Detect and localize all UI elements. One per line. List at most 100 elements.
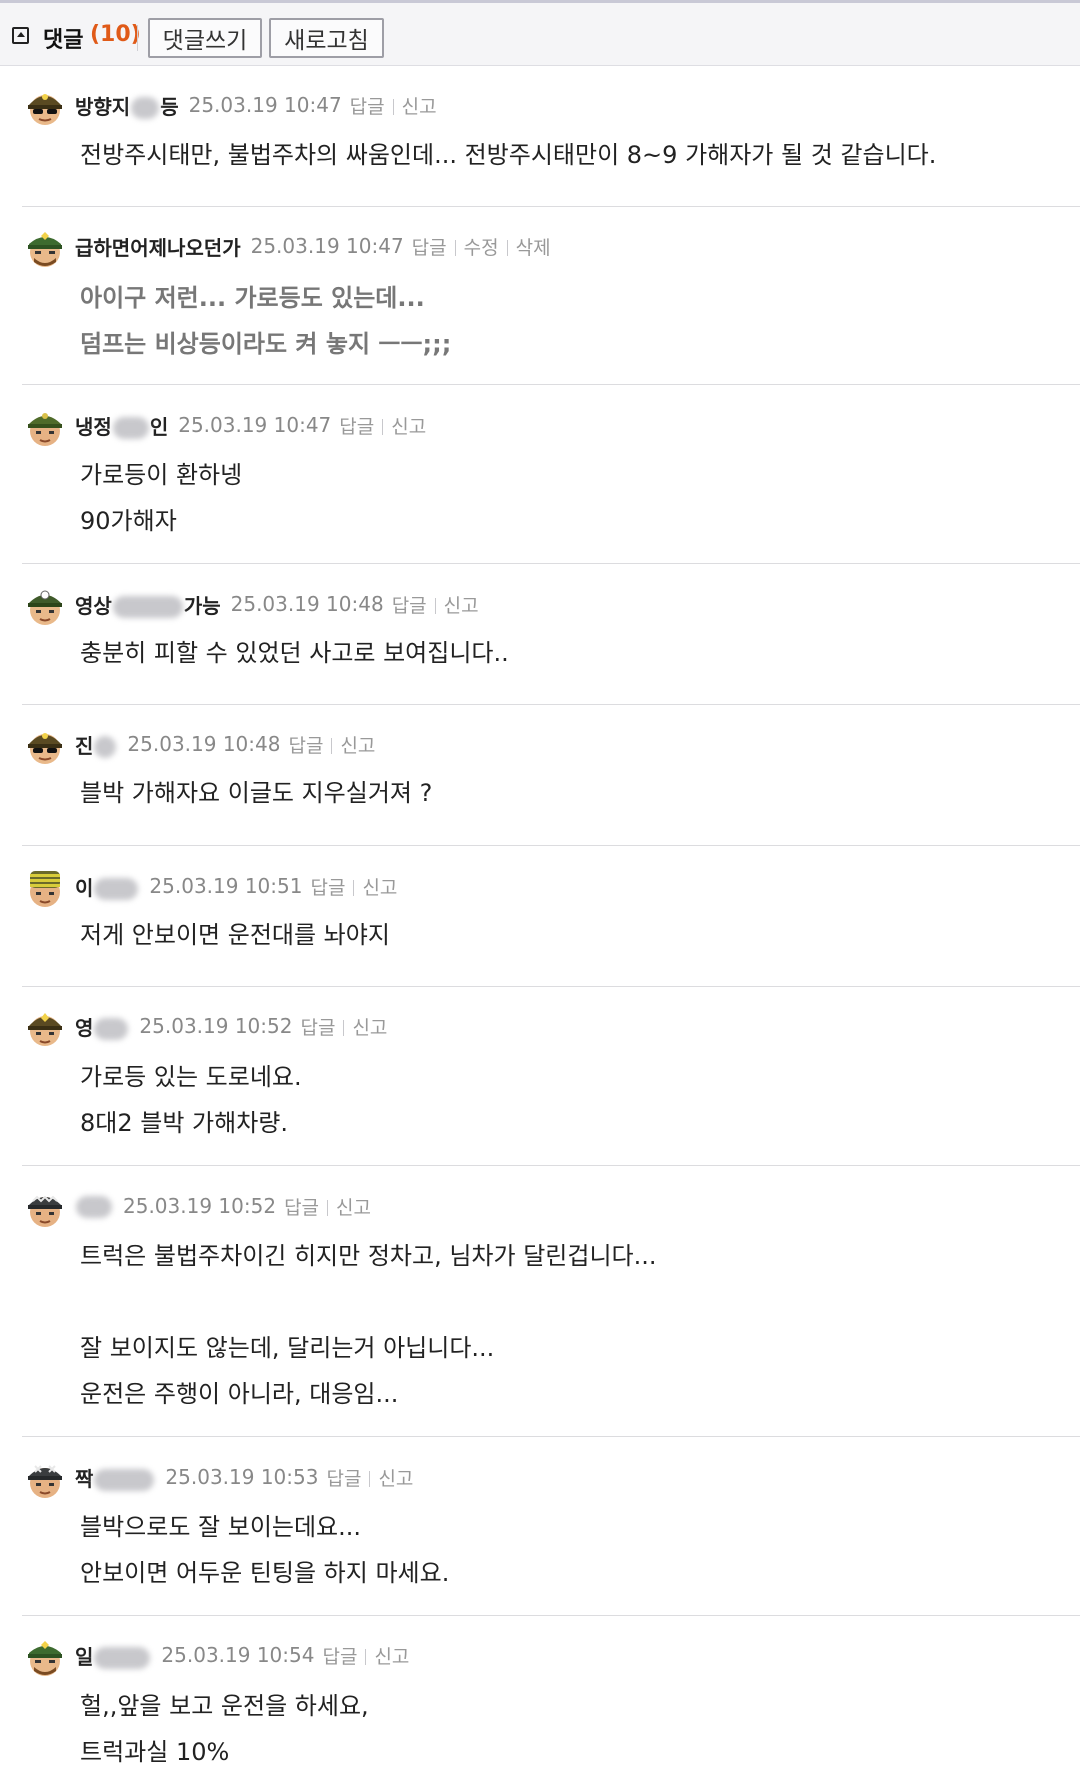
timestamp: 25.03.19 10:51 bbox=[149, 874, 303, 898]
comment-header: 영 25.03.19 10:52 답글 신고 bbox=[75, 1011, 387, 1041]
timestamp: 25.03.19 10:52 bbox=[139, 1014, 293, 1038]
comment-item: 급하면어제나오던가 25.03.19 10:47 답글 수정 삭제 아이구 저런..… bbox=[0, 207, 1080, 385]
action-divider bbox=[434, 598, 436, 614]
comment-label: 댓글 bbox=[43, 28, 84, 53]
comment-header: 짝 25.03.19 10:53 답글 신고 bbox=[75, 1462, 413, 1492]
nickname[interactable]: 냉정 인 bbox=[75, 411, 168, 440]
nickname-mask bbox=[94, 1647, 151, 1669]
comment-body: 가로등 있는 도로네요. 8대2 블박 가해차량. bbox=[80, 1054, 302, 1146]
comment-body: 가로등이 환하넹 90가해자 bbox=[80, 452, 242, 544]
comment-header: 이 25.03.19 10:51 답글 신고 bbox=[75, 871, 397, 901]
nickname[interactable]: 영상 가능 bbox=[75, 590, 221, 619]
avatar-icon bbox=[28, 94, 62, 125]
comment-header: 냉정 인 25.03.19 10:47 답글 신고 bbox=[75, 410, 426, 440]
comment-toolbar: 댓글 (10) 댓글쓰기 새로고침 bbox=[0, 3, 1080, 66]
reply-link[interactable]: 답글 bbox=[392, 595, 427, 617]
action-divider bbox=[365, 1649, 367, 1665]
nickname-mask bbox=[112, 417, 149, 439]
avatar-icon bbox=[28, 1013, 62, 1046]
nickname-mask bbox=[94, 1018, 129, 1040]
reply-link[interactable]: 답글 bbox=[326, 1468, 361, 1490]
comment-text: 블박으로도 잘 보이는데요... bbox=[80, 1513, 362, 1541]
edit-link[interactable]: 수정 bbox=[464, 237, 499, 259]
reply-link[interactable]: 답글 bbox=[310, 877, 345, 899]
report-link[interactable]: 신고 bbox=[340, 735, 375, 757]
timestamp: 25.03.19 10:54 bbox=[161, 1643, 315, 1667]
nickname-mask bbox=[131, 97, 160, 119]
comment-body: 전방주시태만, 불법주차의 싸움인데... 전방주시태만이 8~9 가해자가 될… bbox=[80, 132, 936, 178]
reply-link[interactable]: 답글 bbox=[412, 237, 447, 259]
comment-text: 운전은 주행이 아니라, 대응임... bbox=[80, 1380, 399, 1408]
nickname[interactable]: 일 bbox=[75, 1641, 151, 1670]
action-divider bbox=[331, 738, 333, 754]
report-link[interactable]: 신고 bbox=[374, 1646, 409, 1668]
action-divider bbox=[506, 240, 508, 256]
comment-header: 영상 가능 25.03.19 10:48 답글 신고 bbox=[75, 589, 479, 619]
comment-text: 가로등이 환하넹 bbox=[80, 461, 243, 489]
comment-count: (10) bbox=[90, 22, 141, 47]
reply-link[interactable]: 답글 bbox=[322, 1646, 357, 1668]
reply-link[interactable]: 답글 bbox=[284, 1197, 319, 1219]
report-link[interactable]: 신고 bbox=[336, 1197, 371, 1219]
avatar-icon bbox=[28, 413, 62, 446]
comment-text: 안보이면 어두운 틴팅을 하지 마세요. bbox=[80, 1559, 450, 1587]
delete-link[interactable]: 삭제 bbox=[516, 237, 551, 259]
comment-item: 영상 가능 25.03.19 10:48 답글 신고 충분히 피할 수 있었던 사고… bbox=[0, 564, 1080, 705]
report-link[interactable]: 신고 bbox=[444, 595, 479, 617]
timestamp: 25.03.19 10:47 bbox=[178, 413, 332, 437]
comment-item: 짝 25.03.19 10:53 답글 신고 블박으로도 잘 보이는데요... 안… bbox=[0, 1437, 1080, 1616]
nickname[interactable]: 급하면어제나오던가 bbox=[75, 232, 241, 261]
comment-item: 진 25.03.19 10:48 답글 신고 블박 가해자요 이글도 지우실거져 … bbox=[0, 705, 1080, 846]
timestamp: 25.03.19 10:48 bbox=[127, 732, 281, 756]
comment-body: 헐,,앞을 보고 운전을 하세요, 트럭과실 10% bbox=[80, 1683, 369, 1775]
report-link[interactable]: 신고 bbox=[402, 96, 437, 118]
nickname-mask bbox=[94, 1469, 155, 1491]
nickname[interactable]: 영 bbox=[75, 1012, 129, 1041]
nickname[interactable]: 이 bbox=[75, 872, 139, 901]
comment-item: 영 25.03.19 10:52 답글 신고 가로등 있는 도로네요. 8대2 블… bbox=[0, 987, 1080, 1166]
comment-item: 냉정 인 25.03.19 10:47 답글 신고 가로등이 환하넹 90가해자 bbox=[0, 385, 1080, 564]
comment-item: 방향지 등 25.03.19 10:47 답글 신고 전방주시태만, 불법주차의 싸… bbox=[0, 66, 1080, 207]
avatar-icon bbox=[28, 232, 62, 267]
refresh-button[interactable]: 새로고침 bbox=[269, 18, 384, 58]
nickname[interactable] bbox=[75, 1194, 113, 1219]
comment-text: 헐,,앞을 보고 운전을 하세요, bbox=[80, 1692, 369, 1720]
avatar-icon bbox=[28, 1465, 62, 1498]
avatar-icon bbox=[28, 590, 62, 625]
comment-header: 급하면어제나오던가 25.03.19 10:47 답글 수정 삭제 bbox=[75, 231, 551, 261]
nickname-mask bbox=[94, 736, 117, 758]
comment-text: 트럭과실 10% bbox=[80, 1738, 230, 1766]
comment-body: 충분히 피할 수 있었던 사고로 보여집니다.. bbox=[80, 630, 509, 676]
comment-header: 방향지 등 25.03.19 10:47 답글 신고 bbox=[75, 90, 437, 120]
comment-body: 트럭은 불법주차이긴 히지만 정차고, 님차가 달린겁니다... 잘 보이지도 … bbox=[80, 1233, 657, 1417]
reply-link[interactable]: 답글 bbox=[300, 1017, 335, 1039]
reply-link[interactable]: 답글 bbox=[339, 416, 374, 438]
toolbar-divider bbox=[137, 25, 138, 51]
nickname[interactable]: 진 bbox=[75, 730, 117, 759]
timestamp: 25.03.19 10:47 bbox=[188, 93, 342, 117]
timestamp: 25.03.19 10:52 bbox=[123, 1194, 277, 1218]
comment-text: 8대2 블박 가해차량. bbox=[80, 1109, 288, 1137]
avatar-icon bbox=[28, 733, 62, 764]
action-divider bbox=[327, 1200, 329, 1216]
collapse-icon[interactable] bbox=[12, 27, 29, 44]
timestamp: 25.03.19 10:47 bbox=[250, 234, 404, 258]
nickname[interactable]: 방향지 등 bbox=[75, 91, 179, 120]
report-link[interactable]: 신고 bbox=[391, 416, 426, 438]
reply-link[interactable]: 답글 bbox=[350, 96, 385, 118]
timestamp: 25.03.19 10:53 bbox=[165, 1465, 319, 1489]
comment-header: 진 25.03.19 10:48 답글 신고 bbox=[75, 729, 375, 759]
reply-link[interactable]: 답글 bbox=[288, 735, 323, 757]
nickname[interactable]: 짝 bbox=[75, 1463, 155, 1492]
write-comment-button[interactable]: 댓글쓰기 bbox=[148, 18, 262, 58]
comment-text: 덤프는 비상등이라도 켜 놓지 ㅡㅡ;;; bbox=[80, 330, 452, 358]
nickname-mask bbox=[76, 1196, 112, 1219]
action-divider bbox=[353, 880, 355, 896]
comment-text: 충분히 피할 수 있었던 사고로 보여집니다.. bbox=[80, 639, 509, 667]
report-link[interactable]: 신고 bbox=[362, 877, 397, 899]
report-link[interactable]: 신고 bbox=[378, 1468, 413, 1490]
report-link[interactable]: 신고 bbox=[352, 1017, 387, 1039]
nickname-mask bbox=[94, 878, 139, 900]
comment-body: 아이구 저런... 가로등도 있는데... 덤프는 비상등이라도 켜 놓지 ㅡㅡ… bbox=[80, 275, 451, 367]
comment-text: 전방주시태만, 불법주차의 싸움인데... 전방주시태만이 8~9 가해자가 될… bbox=[80, 141, 937, 169]
